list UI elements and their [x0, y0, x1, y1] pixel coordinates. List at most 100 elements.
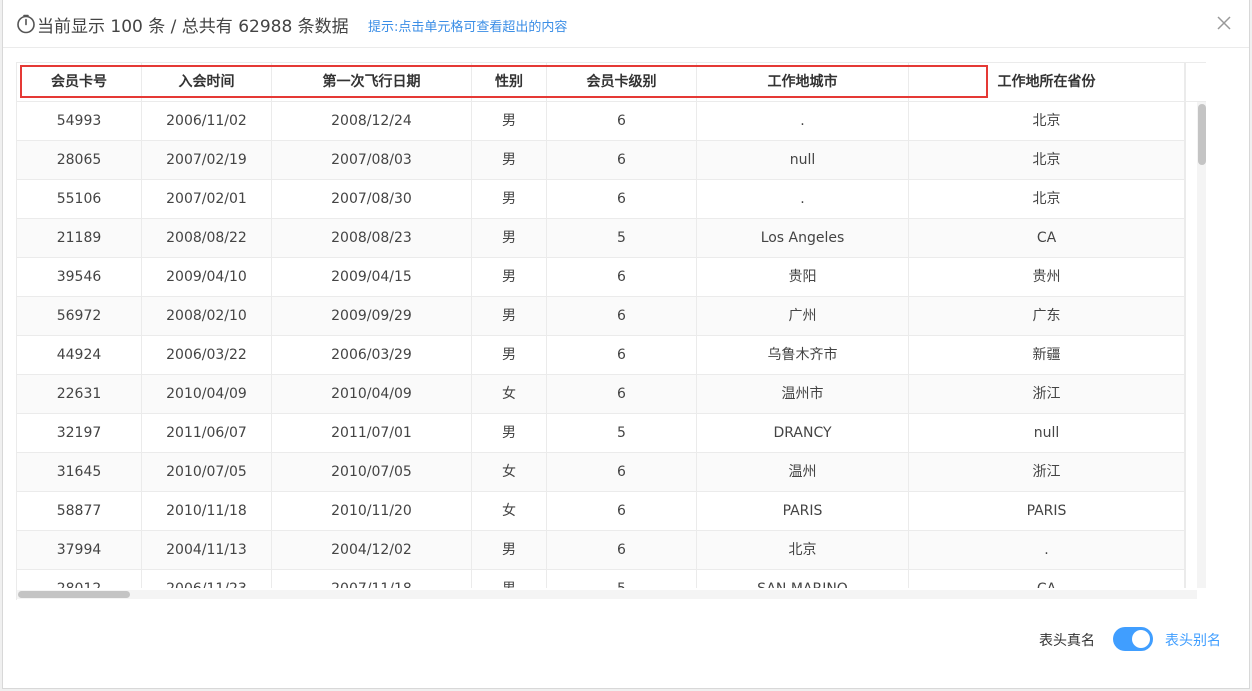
- table-cell[interactable]: PARIS: [697, 492, 909, 530]
- table-cell[interactable]: CA: [909, 570, 1185, 588]
- table-cell[interactable]: 6: [547, 336, 697, 374]
- table-cell[interactable]: 2010/07/05: [142, 453, 272, 491]
- table-cell[interactable]: SAN MARINO: [697, 570, 909, 588]
- table-cell[interactable]: .: [697, 102, 909, 140]
- table-cell[interactable]: 6: [547, 141, 697, 179]
- header-col-card-no[interactable]: 会员卡号: [17, 63, 142, 101]
- table-cell[interactable]: 温州市: [697, 375, 909, 413]
- table-cell[interactable]: 2008/08/23: [272, 219, 472, 257]
- table-cell[interactable]: 男: [472, 570, 547, 588]
- table-cell[interactable]: 2008/08/22: [142, 219, 272, 257]
- table-cell[interactable]: 22631: [17, 375, 142, 413]
- table-cell[interactable]: .: [909, 531, 1185, 569]
- horizontal-scrollbar-track[interactable]: [17, 590, 1197, 599]
- table-cell[interactable]: 男: [472, 531, 547, 569]
- table-cell[interactable]: null: [697, 141, 909, 179]
- table-cell[interactable]: 2008/02/10: [142, 297, 272, 335]
- vertical-scrollbar-thumb[interactable]: [1198, 104, 1206, 165]
- table-cell[interactable]: 2010/11/20: [272, 492, 472, 530]
- table-cell[interactable]: 2011/06/07: [142, 414, 272, 452]
- header-name-toggle[interactable]: [1113, 627, 1153, 651]
- table-cell[interactable]: 广东: [909, 297, 1185, 335]
- header-col-gender[interactable]: 性别: [472, 63, 547, 101]
- table-cell[interactable]: 5: [547, 414, 697, 452]
- table-cell[interactable]: 2007/11/18: [272, 570, 472, 588]
- horizontal-scrollbar-thumb[interactable]: [18, 591, 130, 598]
- table-cell[interactable]: DRANCY: [697, 414, 909, 452]
- table-cell[interactable]: CA: [909, 219, 1185, 257]
- table-cell[interactable]: 北京: [909, 180, 1185, 218]
- table-cell[interactable]: .: [697, 180, 909, 218]
- table-cell[interactable]: 男: [472, 297, 547, 335]
- table-cell[interactable]: 2007/02/19: [142, 141, 272, 179]
- table-cell[interactable]: 2006/03/29: [272, 336, 472, 374]
- header-col-work-province[interactable]: 工作地所在省份: [909, 63, 1185, 101]
- table-cell[interactable]: 北京: [909, 102, 1185, 140]
- table-cell[interactable]: 31645: [17, 453, 142, 491]
- table-cell[interactable]: 28012: [17, 570, 142, 588]
- table-cell[interactable]: 6: [547, 102, 697, 140]
- table-cell[interactable]: 54993: [17, 102, 142, 140]
- table-cell[interactable]: 2007/08/30: [272, 180, 472, 218]
- table-cell[interactable]: 2007/08/03: [272, 141, 472, 179]
- table-cell[interactable]: 乌鲁木齐市: [697, 336, 909, 374]
- table-cell[interactable]: 6: [547, 180, 697, 218]
- table-cell[interactable]: 2009/04/15: [272, 258, 472, 296]
- table-cell[interactable]: 6: [547, 375, 697, 413]
- table-cell[interactable]: 56972: [17, 297, 142, 335]
- table-cell[interactable]: 6: [547, 297, 697, 335]
- table-cell[interactable]: 28065: [17, 141, 142, 179]
- table-cell[interactable]: 6: [547, 531, 697, 569]
- table-cell[interactable]: 2004/12/02: [272, 531, 472, 569]
- table-cell[interactable]: 5: [547, 219, 697, 257]
- table-cell[interactable]: 44924: [17, 336, 142, 374]
- table-cell[interactable]: 2008/12/24: [272, 102, 472, 140]
- table-cell[interactable]: 2007/02/01: [142, 180, 272, 218]
- table-cell[interactable]: 32197: [17, 414, 142, 452]
- table-cell[interactable]: 21189: [17, 219, 142, 257]
- table-cell[interactable]: 温州: [697, 453, 909, 491]
- header-col-first-flight[interactable]: 第一次飞行日期: [272, 63, 472, 101]
- header-col-join-date[interactable]: 入会时间: [142, 63, 272, 101]
- table-cell[interactable]: 女: [472, 453, 547, 491]
- table-cell[interactable]: 女: [472, 492, 547, 530]
- table-cell[interactable]: 6: [547, 492, 697, 530]
- table-cell[interactable]: 55106: [17, 180, 142, 218]
- table-cell[interactable]: 贵州: [909, 258, 1185, 296]
- table-cell[interactable]: 浙江: [909, 453, 1185, 491]
- table-cell[interactable]: 2006/03/22: [142, 336, 272, 374]
- header-alias-label[interactable]: 表头别名: [1165, 630, 1221, 650]
- table-cell[interactable]: 2006/11/02: [142, 102, 272, 140]
- table-cell[interactable]: null: [909, 414, 1185, 452]
- table-cell[interactable]: Los Angeles: [697, 219, 909, 257]
- table-cell[interactable]: 2010/04/09: [142, 375, 272, 413]
- table-cell[interactable]: 2010/04/09: [272, 375, 472, 413]
- table-cell[interactable]: 2010/07/05: [272, 453, 472, 491]
- table-cell[interactable]: 6: [547, 258, 697, 296]
- table-cell[interactable]: 39546: [17, 258, 142, 296]
- table-cell[interactable]: 6: [547, 453, 697, 491]
- table-cell[interactable]: 男: [472, 414, 547, 452]
- table-cell[interactable]: 37994: [17, 531, 142, 569]
- header-real-name-label[interactable]: 表头真名: [1039, 630, 1095, 650]
- table-cell[interactable]: 浙江: [909, 375, 1185, 413]
- table-cell[interactable]: 2009/04/10: [142, 258, 272, 296]
- table-cell[interactable]: 贵阳: [697, 258, 909, 296]
- close-icon[interactable]: [1216, 15, 1232, 31]
- table-cell[interactable]: 2006/11/23: [142, 570, 272, 588]
- table-cell[interactable]: 2011/07/01: [272, 414, 472, 452]
- table-cell[interactable]: 广州: [697, 297, 909, 335]
- table-cell[interactable]: 女: [472, 375, 547, 413]
- table-cell[interactable]: 58877: [17, 492, 142, 530]
- table-cell[interactable]: 2004/11/13: [142, 531, 272, 569]
- table-cell[interactable]: 北京: [697, 531, 909, 569]
- table-cell[interactable]: 男: [472, 102, 547, 140]
- table-cell[interactable]: 北京: [909, 141, 1185, 179]
- vertical-scrollbar-track[interactable]: [1197, 102, 1206, 588]
- table-cell[interactable]: 男: [472, 258, 547, 296]
- table-cell[interactable]: PARIS: [909, 492, 1185, 530]
- header-col-work-city[interactable]: 工作地城市: [697, 63, 909, 101]
- table-cell[interactable]: 5: [547, 570, 697, 588]
- header-col-card-level[interactable]: 会员卡级别: [547, 63, 697, 101]
- table-cell[interactable]: 男: [472, 180, 547, 218]
